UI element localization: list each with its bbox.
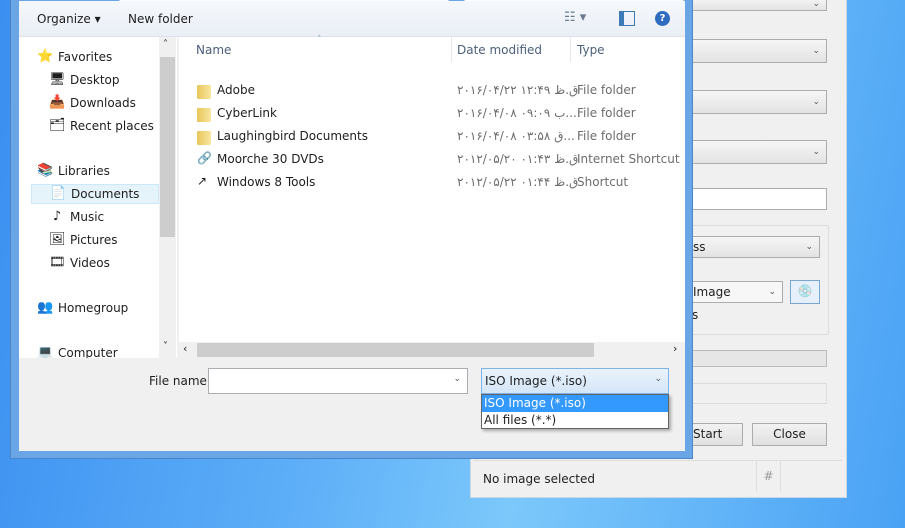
nav-item-videos[interactable]: 🎞 Videos [49,253,110,273]
new-folder-button[interactable]: New folder [128,12,193,26]
documents-icon: 📄 [50,186,67,201]
help-icon[interactable]: ? [655,11,670,26]
file-type: File folder [577,83,636,97]
toolbar: Organize ▾ New folder ☷ ▾ ? [19,1,685,37]
dropdown-1[interactable]: ⌄ [689,0,827,11]
file-date: ۲۰۱۲/۰۵/۲۲ ق.ظ ۰۱:۴۴ [457,175,579,189]
column-name[interactable]: Name [196,43,231,57]
nav-item-label: Libraries [58,164,110,178]
nav-item-label: Desktop [70,73,120,87]
file-name: Adobe [217,83,255,97]
file-row[interactable]: ↗ Windows 8 Tools ۲۰۱۲/۰۵/۲۲ ق.ظ ۰۱:۴۴ Shor… [179,172,685,194]
nav-item-downloads[interactable]: 📥 Downloads [49,93,136,113]
file-type-select[interactable]: ISO Image (*.iso) ⌄ [481,368,669,394]
scroll-left-icon[interactable]: ‹ [183,342,187,355]
music-icon: ♪ [52,209,62,224]
scroll-right-icon[interactable]: › [673,342,677,355]
shortcut-icon: ↗ [197,174,208,188]
nav-item-label: Homegroup [58,301,129,315]
open-file-dialog: Organize ▾ New folder ☷ ▾ ? ⭐ Favorites 🖥 D… [10,0,693,459]
nav-item-label: Downloads [70,96,136,110]
downloads-icon: 📥 [49,95,66,110]
status-field [689,383,827,404]
nav-scrollbar[interactable]: ˄ ˅ [159,37,176,358]
h-scroll-thumb[interactable] [197,343,594,357]
file-row[interactable]: 🔗 Moorche 30 DVDs ۲۰۱۲/۰۵/۲۰ ق.ظ ۰۱:۴۳ Inte… [179,149,685,171]
organize-button[interactable]: Organize ▾ [37,12,101,26]
status-bar: No image selected # [473,460,842,494]
disk-image-button[interactable]: 💿 [790,280,820,304]
nav-item-computer[interactable]: 💻 Computer [37,343,118,358]
recent-places-icon: 🗂 [49,118,66,133]
computer-icon: 💻 [37,345,54,358]
file-name-label: File name: [149,374,211,388]
nav-item-homegroup[interactable]: 👥 Homegroup [37,298,128,318]
sort-ascending-icon: ˄ [317,35,322,45]
column-type[interactable]: Type [577,43,605,57]
start-button[interactable]: Start [689,423,743,446]
column-date-modified[interactable]: Date modified [457,43,542,57]
nav-item-favorites[interactable]: ⭐ Favorites [37,47,112,67]
nav-item-label: Favorites [58,50,113,64]
disc-drive-icon: 💿 [797,284,813,298]
homegroup-icon: 👥 [37,300,54,315]
file-type: File folder [577,129,636,143]
file-name: Laughingbird Documents [217,129,368,143]
option-all-files[interactable]: All files (*.*) [482,412,668,428]
file-date: ۲۰۱۶/۰۴/۲۲ ق.ظ ۱۲:۴۹ [457,83,579,97]
nav-item-desktop[interactable]: 🖥 Desktop [49,70,120,90]
chevron-down-icon: ⌄ [654,374,662,384]
file-row[interactable]: CyberLink ۲۰۱۶/۰۴/۰۸ ب ۰۹:۰۹.... File fold… [179,103,685,125]
navigation-pane: ⭐ Favorites 🖥 Desktop 📥 Downloads 🗂 Recent plac… [19,37,177,358]
nav-item-label: Videos [70,256,110,270]
dropdown-3[interactable]: ⌄ [689,90,827,114]
progress-bar [689,350,827,367]
nav-item-label: Music [70,210,105,224]
file-type: File folder [577,106,636,120]
nav-item-music[interactable]: ♪ Music [49,207,104,227]
nav-item-libraries[interactable]: 📚 Libraries [37,161,110,181]
pictures-icon: 🖼 [49,232,66,247]
dropdown-4[interactable]: ⌄ [689,140,827,164]
scroll-up-icon[interactable]: ˄ [163,39,168,50]
dropdown-6[interactable]: Image ⌄ [690,281,783,303]
file-date: ۲۰۱۶/۰۴/۰۸ ق ۰۳:۵۸... [457,129,575,143]
nav-item-label: Computer [58,346,118,358]
file-date: ۲۰۱۲/۰۵/۲۰ ق.ظ ۰۱:۴۳ [457,152,579,166]
file-type: Internet Shortcut [577,152,680,166]
file-date: ۲۰۱۶/۰۴/۰۸ ب ۰۹:۰۹.... [457,106,581,120]
file-row[interactable]: Adobe ۲۰۱۶/۰۴/۲۲ ق.ظ ۱۲:۴۹ File folder [179,80,685,102]
nav-item-label: Pictures [70,233,118,247]
scroll-down-icon[interactable]: ˅ [163,341,168,352]
close-button[interactable]: Close [752,423,827,446]
group-box: ss ⌄ Image ⌄ 💿 s [689,225,829,335]
desktop-icon: 🖥 [49,72,66,87]
nav-item-documents[interactable]: 📄 Documents [31,184,159,204]
view-options-icon[interactable]: ☷ ▾ [564,10,586,25]
libraries-icon: 📚 [37,163,54,178]
file-name-input[interactable]: ⌄ [208,368,468,394]
nav-item-label: Recent places [70,119,154,133]
file-name: Moorche 30 DVDs [217,152,324,166]
file-name: Windows 8 Tools [217,175,316,189]
nav-item-label: Documents [71,187,140,201]
option-iso[interactable]: ISO Image (*.iso) [482,395,668,412]
preview-pane-icon[interactable] [619,11,635,26]
chevron-down-icon[interactable]: ⌄ [453,374,461,384]
horizontal-scrollbar[interactable]: ‹ › [179,342,685,358]
nav-scroll-thumb[interactable] [160,57,175,237]
internet-shortcut-icon: 🔗 [197,151,212,165]
dropdown-5[interactable]: ss ⌄ [690,236,820,258]
dropdown-2[interactable]: ⌄ [689,39,827,63]
file-type-dropdown-list: ISO Image (*.iso) All files (*.*) [481,394,669,429]
text-input[interactable] [689,188,827,210]
file-list: Name ˄ Date modified Type Adobe ۲۰۱۶/۰۴/۲… [179,35,685,342]
nav-item-pictures[interactable]: 🖼 Pictures [49,230,118,250]
file-name: CyberLink [217,106,277,120]
file-row[interactable]: Laughingbird Documents ۲۰۱۶/۰۴/۰۸ ق ۰۳:۵۸… [179,126,685,148]
star-icon: ⭐ [37,49,54,64]
file-type: Shortcut [577,175,629,189]
nav-item-recent-places[interactable]: 🗂 Recent places [49,116,154,136]
videos-icon: 🎞 [49,255,66,270]
